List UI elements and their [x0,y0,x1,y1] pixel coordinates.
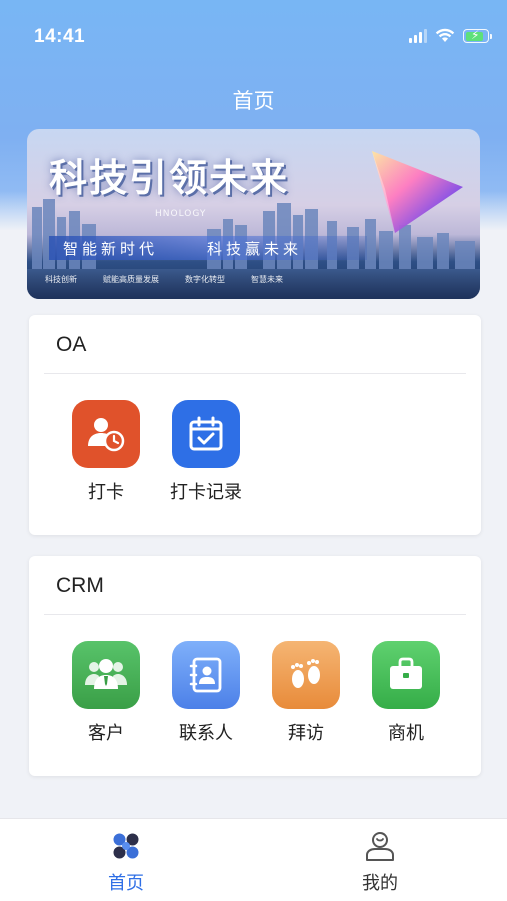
page-title: 首页 [232,89,275,113]
cellular-signal-icon [409,29,427,43]
banner-tag: 赋能高质量发展 [103,275,159,284]
user-profile-icon [366,832,394,861]
app-label: 客户 [88,723,124,744]
banner-tags: 科技创新 赋能高质量发展 数字化转型 智慧未来 [45,274,283,285]
wifi-icon [435,28,455,42]
app-label: 打卡 [88,482,124,503]
contact-book-icon [172,641,240,709]
user-clock-icon [72,400,140,468]
tab-label: 我的 [362,873,398,894]
tab-home[interactable]: 首页 [66,831,186,895]
banner-headline: 科技引领未来 [49,156,290,200]
briefcase-icon [372,641,440,709]
promo-banner[interactable]: 科技引领未来 HNOLOGY 智能新时代 科技赢未来 科技创新 赋能高质量发展 … [27,129,480,299]
banner-english-text: HNOLOGY [155,209,207,219]
banner-tag: 科技创新 [45,275,77,284]
tab-me[interactable]: 我的 [320,831,440,895]
footprints-icon [272,641,340,709]
status-bar: 14:41 ⚡ [0,0,507,76]
app-label: 商机 [388,723,424,744]
crm-section-card: CRM 客户 联系人 拜访 商机 [29,556,481,776]
banner-tag: 数字化转型 [185,275,225,284]
app-customers[interactable]: 客户 [56,641,156,745]
banner-tag: 智慧未来 [251,275,283,284]
section-divider [44,373,466,374]
calendar-check-icon [172,400,240,468]
tab-label: 首页 [108,873,144,894]
app-visits[interactable]: 拜访 [256,641,356,745]
bottom-tab-bar: 首页 我的 [0,818,507,901]
banner-slogan-left: 智能新时代 [63,240,159,258]
app-label: 联系人 [179,723,233,744]
app-label: 打卡记录 [170,482,242,503]
section-title: OA [56,333,87,356]
app-punch-records[interactable]: 打卡记录 [156,400,256,504]
app-opportunities[interactable]: 商机 [356,641,456,745]
section-title: CRM [56,574,104,597]
app-label: 拜访 [288,723,324,744]
status-time: 14:41 [34,26,86,47]
app-punch-in[interactable]: 打卡 [56,400,156,504]
oa-section-card: OA 打卡 打卡记录 [29,315,481,535]
status-icons: ⚡ [409,28,492,43]
banner-slogan-right: 科技赢未来 [207,240,303,258]
customers-icon [72,641,140,709]
app-contacts[interactable]: 联系人 [156,641,256,745]
battery-icon: ⚡ [463,28,492,43]
section-divider [44,614,466,615]
home-grid-icon [113,833,139,859]
